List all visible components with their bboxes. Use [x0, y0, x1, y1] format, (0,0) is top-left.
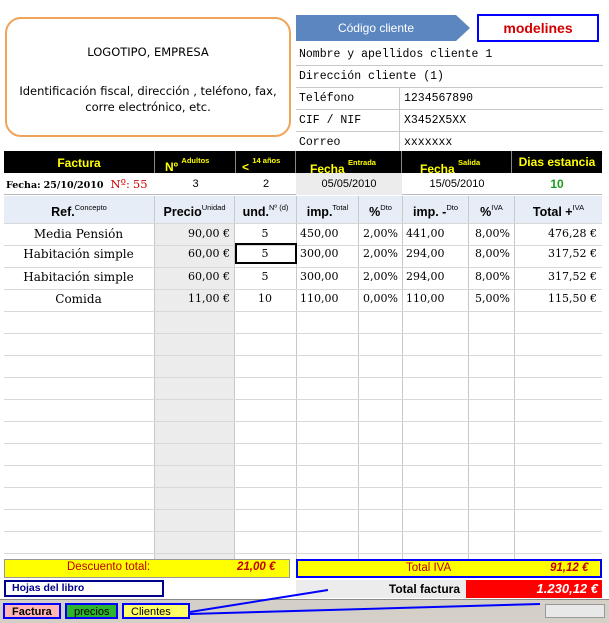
total-iva-label: Total IVA [406, 562, 452, 574]
col-imp-dto: imp. -Dto [403, 196, 469, 223]
cell-impdto[interactable]: 441,00 [406, 224, 464, 244]
factura-header: Factura [4, 151, 155, 173]
menores-header: < 14 años [236, 151, 296, 174]
cell-impdto[interactable]: 294,00 [406, 244, 464, 264]
cell-impdto[interactable]: 294,00 [406, 267, 464, 287]
col-und: und.Nº (d) [235, 196, 297, 223]
col-precio: PrecioUnidad [155, 196, 235, 223]
client-cif-row[interactable]: CIF / NIF X3452X5XX [296, 110, 603, 132]
phone-label: Teléfono [296, 88, 400, 109]
codigo-cliente-field[interactable]: modelines [477, 14, 599, 42]
total-iva-bar: Total IVA 91,12 € [296, 559, 602, 578]
logo-details: Identificación fiscal, dirección , teléf… [19, 84, 277, 114]
col-imp: imp.Total [297, 196, 359, 223]
grid-row-line [4, 553, 602, 554]
descuento-label: Descuento total: [67, 561, 151, 573]
cell-iva[interactable]: 5,00% [472, 289, 510, 309]
cell-total[interactable]: 317,52 € [518, 267, 597, 287]
adultos-header: Nº Adultos [155, 151, 236, 174]
cell-precio[interactable]: 60,00 € [158, 244, 230, 264]
company-logo-box: LOGOTIPO, EMPRESA Identificación fiscal,… [5, 17, 291, 137]
col-pct-dto: %Dto [359, 196, 403, 223]
cell-precio[interactable]: 60,00 € [158, 267, 230, 287]
arrow-right-icon [456, 15, 470, 41]
cell-total[interactable]: 476,28 € [518, 224, 597, 244]
arrow-line-icon [189, 589, 329, 613]
grid-row-line [4, 421, 602, 422]
grid-row-line [4, 311, 602, 312]
grid-row-line [4, 377, 602, 378]
fecha-salida-header: Fecha Salida [402, 151, 512, 176]
client-name: Nombre y apellidos cliente 1 [299, 48, 493, 61]
dias-value: 10 [550, 177, 564, 191]
dias-estancia-header: Dias estancia [518, 155, 596, 169]
grid-row-line [4, 531, 602, 532]
email-value: xxxxxxx [404, 136, 453, 149]
cell-ref[interactable]: Media Pensión [7, 224, 150, 244]
client-name-row[interactable]: Nombre y apellidos cliente 1 [296, 44, 603, 66]
grid-row-line [4, 355, 602, 356]
grid-row-line [4, 487, 602, 488]
cell-precio[interactable]: 11,00 € [158, 289, 230, 309]
menores-value[interactable]: 2 [236, 173, 296, 195]
grid-row-line [4, 399, 602, 400]
client-phone-row[interactable]: Teléfono 1234567890 [296, 88, 603, 110]
col-total: Total +IVA [515, 196, 602, 223]
cell-ref[interactable]: Comida [7, 289, 150, 309]
cell-precio[interactable]: 90,00 € [158, 224, 230, 244]
cell-und[interactable]: 5 [238, 267, 292, 287]
cell-impdto[interactable]: 110,00 [406, 289, 464, 309]
cell-dto[interactable]: 0,00% [362, 289, 398, 309]
client-address-row[interactable]: Dirección cliente (1) [296, 66, 603, 88]
arrow-line-icon [189, 603, 541, 615]
cell-iva[interactable]: 8,00% [472, 267, 510, 287]
cell-imp[interactable]: 300,00 [300, 267, 354, 287]
cell-dto[interactable]: 2,00% [362, 224, 398, 244]
cell-iva[interactable]: 8,00% [472, 224, 510, 244]
col-pct-iva: %IVA [469, 196, 515, 223]
annotation-arrows [189, 589, 541, 615]
col-ref: Ref.Concepto [4, 196, 155, 223]
cell-und[interactable]: 10 [238, 289, 292, 309]
cell-dto[interactable]: 2,00% [362, 267, 398, 287]
cell-ref[interactable]: Habitación simple [7, 267, 150, 287]
invoice-header-bar: Factura Nº Adultos < 14 años Fecha Entra… [4, 151, 602, 176]
email-label: Correo [296, 132, 400, 153]
cell-total[interactable]: 317,52 € [518, 244, 597, 264]
invoice-info-row: Fecha: 25/10/2010 Nº: 55 3 2 05/05/2010 … [4, 173, 602, 195]
cell-und[interactable]: 5 [238, 224, 292, 244]
codigo-cliente-label: Código cliente [296, 15, 456, 41]
entrada-value[interactable]: 05/05/2010 [296, 173, 402, 195]
client-info-table: Nombre y apellidos cliente 1 Dirección c… [296, 44, 603, 154]
cell-imp[interactable]: 300,00 [300, 244, 354, 264]
phone-value: 1234567890 [404, 92, 474, 105]
fecha-entrada-header: Fecha Entrada [296, 151, 402, 176]
client-address: Dirección cliente (1) [299, 70, 444, 83]
selected-cell[interactable] [235, 243, 297, 264]
cif-value: X3452X5XX [404, 114, 467, 127]
cif-label: CIF / NIF [296, 110, 400, 131]
invoice-date[interactable]: Fecha: 25/10/2010 Nº: 55 [4, 173, 157, 195]
cell-imp[interactable]: 110,00 [300, 289, 354, 309]
grid-row-line [4, 443, 602, 444]
cell-total[interactable]: 115,50 € [518, 289, 597, 309]
cell-imp[interactable]: 450,00 [300, 224, 354, 244]
grid-row-line [4, 509, 602, 510]
cell-iva[interactable]: 8,00% [472, 244, 510, 264]
descuento-total-bar: Descuento total: 21,00 € [4, 559, 290, 578]
grid-row-line [4, 333, 602, 334]
logo-title: LOGOTIPO, EMPRESA [87, 45, 209, 59]
total-iva-value: 91,12 € [550, 562, 589, 574]
cell-dto[interactable]: 2,00% [362, 244, 398, 264]
adultos-value[interactable]: 3 [155, 173, 236, 195]
salida-value[interactable]: 15/05/2010 [402, 173, 512, 195]
descuento-value: 21,00 € [237, 561, 276, 573]
cell-ref[interactable]: Habitación simple [7, 244, 150, 264]
grid-row-line [4, 465, 602, 466]
line-items-grid: Ref.Concepto PrecioUnidad und.Nº (d) imp… [4, 196, 602, 560]
